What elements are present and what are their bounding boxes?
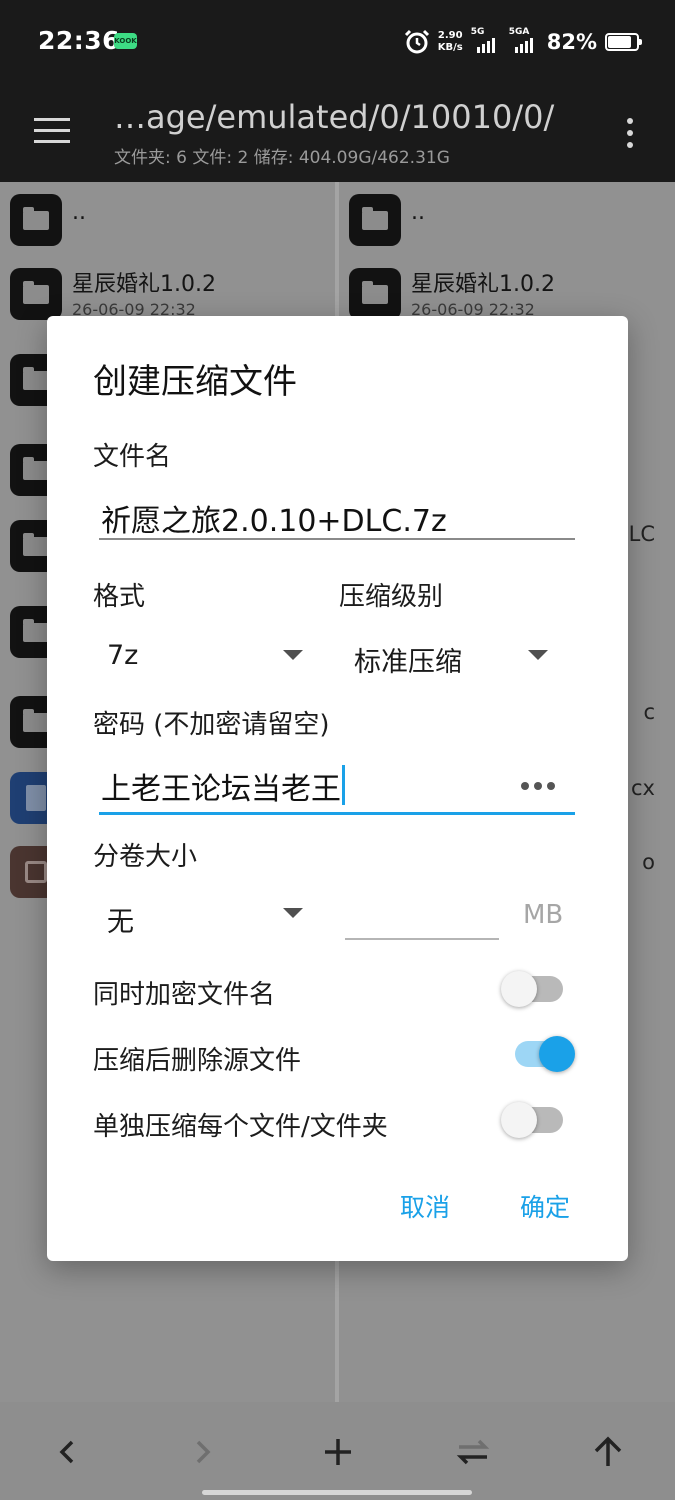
status-icons: 2.90 KB/s 5G 5GA 82%: [404, 26, 642, 58]
create-archive-dialog: 创建压缩文件 文件名 祈愿之旅2.0.10+DLC.7z 格式 压缩级别 7z …: [47, 316, 628, 1261]
alarm-icon: [404, 29, 429, 54]
menu-icon[interactable]: [34, 116, 72, 146]
folder-icon: [349, 194, 401, 246]
cancel-button[interactable]: 取消: [400, 1188, 450, 1224]
more-options-icon[interactable]: [620, 114, 640, 152]
battery-percent: 82%: [546, 30, 597, 54]
volume-unit: MB: [523, 900, 564, 930]
toggle-label-separate-archives: 单独压缩每个文件/文件夹: [93, 1112, 388, 1142]
dropdown-arrow-icon: [283, 650, 303, 660]
battery-icon: [605, 33, 642, 51]
swap-icon[interactable]: [451, 1430, 495, 1474]
list-item-parent[interactable]: ..: [0, 182, 335, 262]
home-indicator[interactable]: [202, 1490, 472, 1495]
folder-icon: [349, 268, 401, 320]
dropdown-arrow-icon: [283, 908, 303, 918]
status-time: 22:36: [38, 26, 121, 55]
file-name-fragment: c: [643, 700, 655, 724]
current-path[interactable]: …age/emulated/0/10010/0/: [114, 98, 554, 136]
signal-icon: 5G: [471, 27, 501, 57]
file-name-fragment: o: [642, 850, 655, 874]
toggle-label-delete-source: 压缩后删除源文件: [93, 1046, 302, 1076]
password-underline: [99, 812, 575, 815]
add-icon[interactable]: [316, 1430, 360, 1474]
network-speed: 2.90 KB/s: [437, 30, 463, 53]
password-label: 密码 (不加密请留空): [93, 710, 330, 740]
compression-level-label: 压缩级别: [339, 582, 444, 612]
file-name-fragment: cx: [631, 776, 655, 800]
app-toolbar: …age/emulated/0/10010/0/ 文件夹: 6 文件: 2 储存…: [0, 84, 675, 182]
text-cursor: [342, 765, 345, 805]
filename-label: 文件名: [93, 442, 172, 472]
bottom-action-bar: [0, 1402, 675, 1500]
format-label: 格式: [93, 582, 146, 612]
toggle-label-encrypt-names: 同时加密文件名: [93, 980, 276, 1010]
folder-icon: [10, 194, 62, 246]
app-badge-icon: KOOK: [114, 33, 137, 49]
list-item-parent[interactable]: ..: [339, 182, 675, 262]
filename-input[interactable]: 祈愿之旅2.0.10+DLC.7z: [101, 496, 447, 540]
dialog-title: 创建压缩文件: [93, 362, 297, 402]
filename-underline: [99, 538, 575, 540]
volume-size-underline: [345, 938, 499, 940]
password-input[interactable]: 上老王论坛当老王: [101, 764, 345, 808]
forward-arrow-icon[interactable]: [181, 1430, 225, 1474]
folder-icon: [10, 268, 62, 320]
dropdown-arrow-icon: [528, 650, 548, 660]
path-info: 文件夹: 6 文件: 2 储存: 404.09G/462.31G: [114, 148, 450, 168]
back-arrow-icon[interactable]: [45, 1430, 89, 1474]
password-visibility-icon[interactable]: [521, 782, 555, 790]
volume-size-label: 分卷大小: [93, 842, 198, 872]
confirm-button[interactable]: 确定: [520, 1188, 570, 1224]
up-arrow-icon[interactable]: [586, 1430, 630, 1474]
status-bar: 22:36 KOOK 2.90 KB/s 5G 5GA 82%: [0, 0, 675, 84]
signal-icon-2: 5GA: [509, 27, 539, 57]
file-name-fragment: LC: [628, 522, 655, 546]
